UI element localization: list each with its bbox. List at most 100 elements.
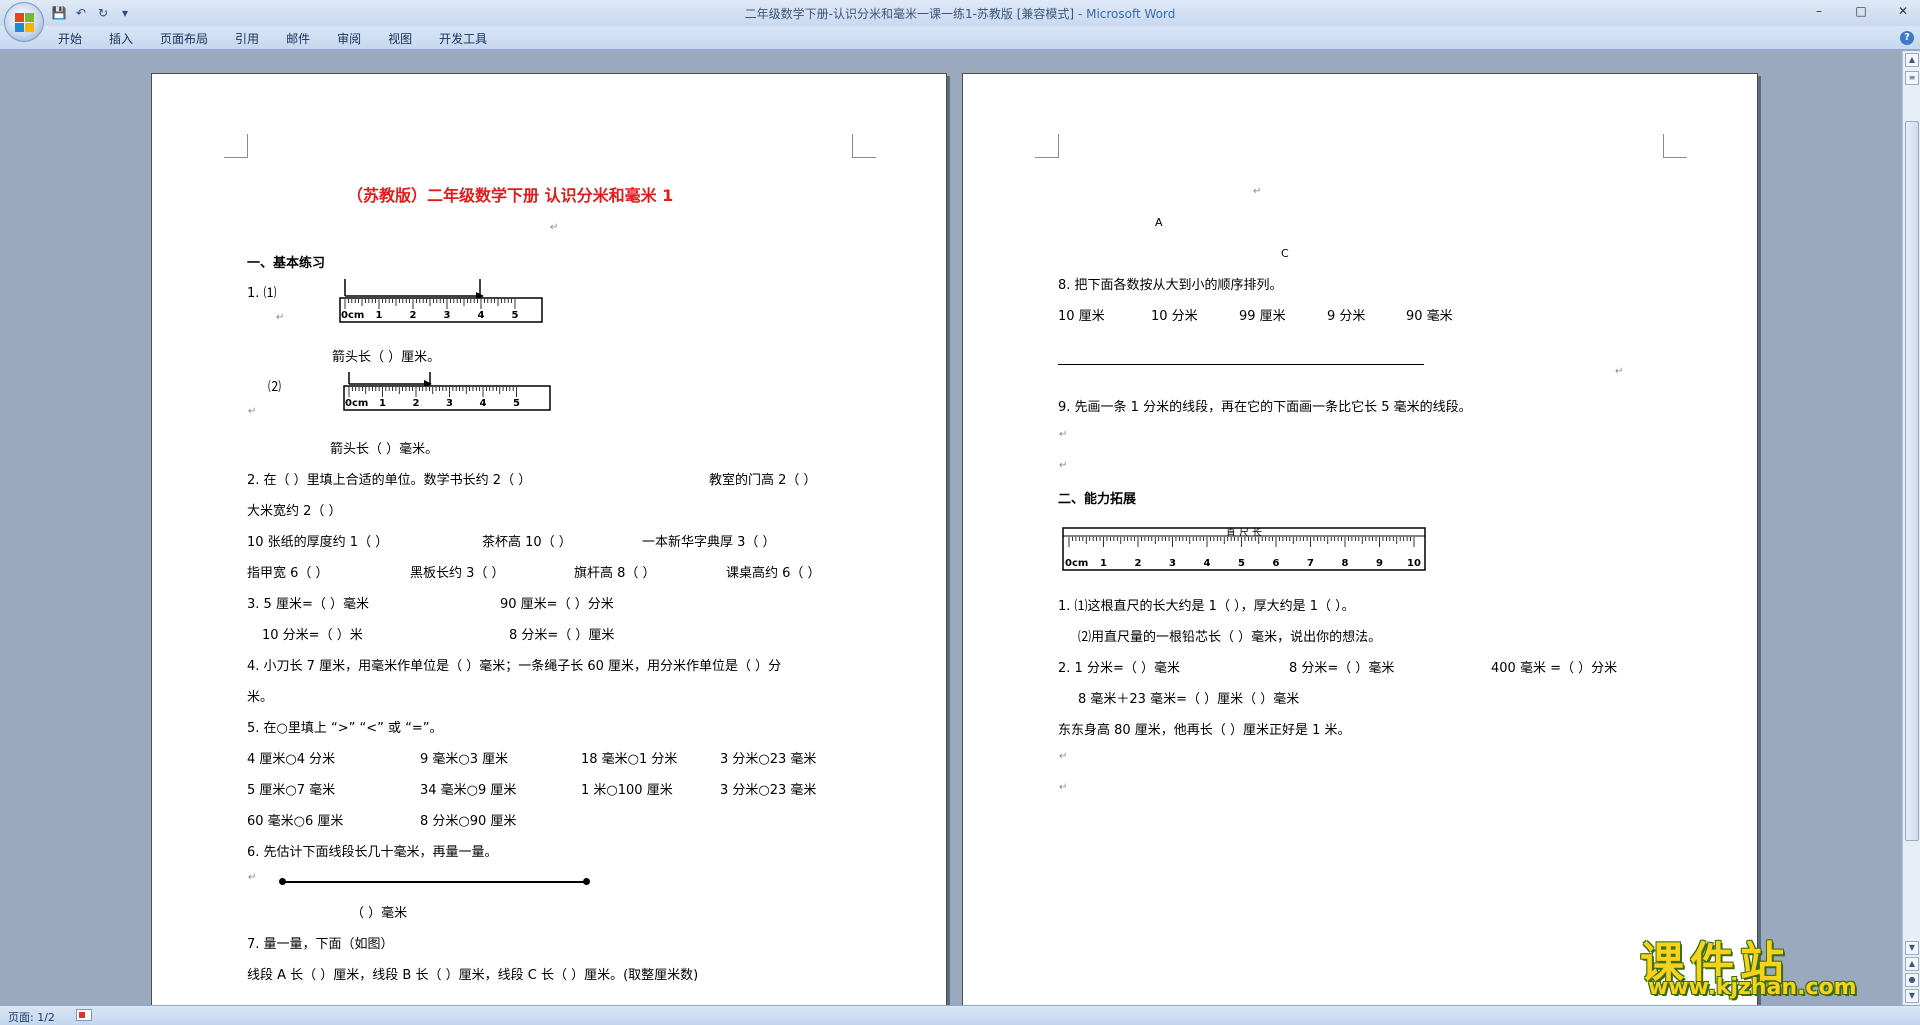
value-item: 10 分米 xyxy=(1151,309,1198,324)
scroll-thumb[interactable] xyxy=(1905,121,1919,841)
ruler-toggle-icon[interactable]: ≡ xyxy=(1905,71,1919,85)
question-2-rice: 大米宽约 2（ ） xyxy=(247,504,342,519)
office-logo-icon xyxy=(15,13,35,33)
value-item: 90 毫米 xyxy=(1406,309,1453,324)
vertical-scrollbar[interactable]: ▲ ≡ ▼ ▲ ● ▼ xyxy=(1902,51,1920,1005)
compare-item: 60 毫米○6 厘米 xyxy=(247,814,344,829)
tab-page-layout[interactable]: 页面布局 xyxy=(160,30,221,47)
site-watermark: 课件站 www.kjzhan.com xyxy=(1640,927,1880,1000)
question-2-desk: 课桌高约 6（ ） xyxy=(726,566,821,581)
ruler-tick-label: 6 xyxy=(1273,558,1280,569)
question-6: 6. 先估计下面线段长几十毫米，再量一量。 xyxy=(247,845,498,860)
question-2: 2. 在（ ）里填上合适的单位。数学书长约 2（ ） xyxy=(247,473,532,488)
status-bar: 页面: 1/2 xyxy=(0,1005,1920,1025)
ruler-tick-label: 0cm xyxy=(341,310,364,321)
tab-insert[interactable]: 插入 xyxy=(109,30,146,47)
scroll-down-icon[interactable]: ▼ xyxy=(1905,941,1919,955)
extension-question-1b: ⑵用直尺量的一根铅芯长（ ）毫米，说出你的想法。 xyxy=(1078,630,1382,645)
ruler-figure-1: 0cm 1 2 3 4 5 xyxy=(339,279,543,323)
compare-item: 34 毫米○9 厘米 xyxy=(420,783,517,798)
tab-mailings[interactable]: 邮件 xyxy=(286,30,323,47)
question-8: 8. 把下面各数按从大到小的顺序排列。 xyxy=(1058,278,1283,293)
tab-review[interactable]: 审阅 xyxy=(337,30,374,47)
close-button[interactable]: ✕ xyxy=(1892,3,1914,19)
office-button[interactable] xyxy=(4,2,44,42)
question-2-blackboard: 黑板长约 3（ ） xyxy=(410,566,505,581)
compare-item: 4 厘米○4 分米 xyxy=(247,752,336,767)
ribbon-tabs: 开始 插入 页面布局 引用 邮件 审阅 视图 开发工具 xyxy=(58,30,514,47)
compare-item: 3 分米○23 毫米 xyxy=(720,752,817,767)
tab-references[interactable]: 引用 xyxy=(235,30,272,47)
watermark-url: www.kjzhan.com xyxy=(1648,975,1857,1000)
help-icon[interactable]: ? xyxy=(1900,31,1914,45)
tab-view[interactable]: 视图 xyxy=(388,30,425,47)
paragraph-mark: ↵ xyxy=(1059,782,1068,793)
question-3c: 10 分米=（ ）米 xyxy=(262,628,363,643)
extension-question-2c: 400 毫米 =（ ）分米 xyxy=(1491,661,1618,676)
next-page-icon[interactable]: ▼ xyxy=(1905,989,1919,1003)
prev-page-icon[interactable]: ▲ xyxy=(1905,957,1919,971)
section-heading: 一、基本练习 xyxy=(247,256,326,271)
question-7: 7. 量一量，下面（如图） xyxy=(247,937,394,952)
ruler-tick-label: 2 xyxy=(413,398,420,409)
ruler-tick-label: 0cm xyxy=(345,398,368,409)
compare-item: 9 毫米○3 厘米 xyxy=(420,752,509,767)
ruler-tick-label: 1 xyxy=(376,310,383,321)
maximize-button[interactable]: □ xyxy=(1850,3,1872,19)
tab-home[interactable]: 开始 xyxy=(58,30,95,47)
document-name: 二年级数学下册-认识分米和毫米一课一练1-苏教版 [兼容模式] xyxy=(744,7,1075,21)
tab-developer[interactable]: 开发工具 xyxy=(439,30,500,47)
compare-item: 18 毫米○1 分米 xyxy=(581,752,678,767)
ruler-tick-label: 3 xyxy=(444,310,451,321)
document-page-2[interactable]: ↵ A C 8. 把下面各数按从大到小的顺序排列。 10 厘米 10 分米 99… xyxy=(962,73,1758,1005)
paragraph-mark: ↵ xyxy=(248,406,257,417)
question-2-door: 教室的门高 2（ ） xyxy=(709,473,817,488)
question-1a: 1. ⑴ xyxy=(247,286,277,301)
question-1a-answer: 箭头长（ ）厘米。 xyxy=(332,350,441,365)
question-2-cup: 茶杯高 10（ ） xyxy=(482,535,572,550)
question-2-nail: 指甲宽 6（ ） xyxy=(247,566,329,581)
document-workspace[interactable]: （苏教版）二年级数学下册 认识分米和毫米 1 ↵ 一、基本练习 1. ⑴ 0cm… xyxy=(0,51,1902,1005)
proofing-icon[interactable] xyxy=(76,1009,92,1021)
question-2-paper: 10 张纸的厚度约 1（ ） xyxy=(247,535,389,550)
question-6-answer: （ ）毫米 xyxy=(351,906,408,921)
extension-question-2d: 8 毫米＋23 毫米=（ ）厘米（ ）毫米 xyxy=(1078,692,1300,707)
compare-item: 3 分米○23 毫米 xyxy=(720,783,817,798)
ruler-tick-label: 5 xyxy=(513,398,520,409)
ruler-tick-label: 4 xyxy=(478,310,485,321)
app-name: - Microsoft Word xyxy=(1074,7,1176,21)
question-3b: 90 厘米=（ ）分米 xyxy=(500,597,614,612)
question-2-dictionary: 一本新华字典厚 3（ ） xyxy=(642,535,776,550)
compare-item: 5 厘米○7 毫米 xyxy=(247,783,336,798)
paragraph-mark: ↵ xyxy=(550,222,559,233)
ruler-tick-label: 4 xyxy=(1204,558,1211,569)
extension-question-3: 东东身高 80 厘米，他再长（ ）厘米正好是 1 米。 xyxy=(1058,723,1351,738)
question-3d: 8 分米=（ ）厘米 xyxy=(509,628,615,643)
question-4: 4. 小刀长 7 厘米，用毫米作单位是（ ）毫米；一条绳子长 60 厘米，用分米… xyxy=(247,659,782,674)
value-item: 9 分米 xyxy=(1327,309,1366,324)
paragraph-mark: ↵ xyxy=(1059,460,1068,471)
minimize-button[interactable]: – xyxy=(1808,3,1830,19)
scroll-up-icon[interactable]: ▲ xyxy=(1905,53,1919,67)
ruler-tick-label: 10 xyxy=(1407,558,1421,569)
question-1b: ⑵ xyxy=(268,380,282,395)
title-bar: 💾 ↶ ↻ ▾ 二年级数学下册-认识分米和毫米一课一练1-苏教版 [兼容模式] … xyxy=(0,0,1920,26)
ruler-figure-2: 0cm 1 2 3 4 5 xyxy=(343,372,551,411)
ruler-tick-label: 3 xyxy=(1169,558,1176,569)
document-page-1[interactable]: （苏教版）二年级数学下册 认识分米和毫米 1 ↵ 一、基本练习 1. ⑴ 0cm… xyxy=(151,73,947,1005)
segment-label-c: C xyxy=(1281,247,1289,260)
page-count[interactable]: 页面: 1/2 xyxy=(8,1009,55,1025)
paragraph-mark: ↵ xyxy=(248,872,257,883)
value-item: 99 厘米 xyxy=(1239,309,1286,324)
question-5: 5. 在○里填上 “>” “<” 或 “=”。 xyxy=(247,721,443,736)
ruler-tick-label: 4 xyxy=(480,398,487,409)
crop-mark xyxy=(224,134,248,158)
value-item: 10 厘米 xyxy=(1058,309,1105,324)
page-title: （苏教版）二年级数学下册 认识分米和毫米 1 xyxy=(347,186,674,205)
compare-item: 1 米○100 厘米 xyxy=(581,783,673,798)
browse-object-icon[interactable]: ● xyxy=(1905,973,1919,987)
ruler-tick-label: 9 xyxy=(1376,558,1383,569)
question-7-answer: 线段 A 长（ ）厘米，线段 B 长（ ）厘米，线段 C 长（ ）厘米。(取整厘… xyxy=(247,968,699,983)
ruler-tick-label: 2 xyxy=(1135,558,1142,569)
question-4-cont: 米。 xyxy=(247,690,274,705)
